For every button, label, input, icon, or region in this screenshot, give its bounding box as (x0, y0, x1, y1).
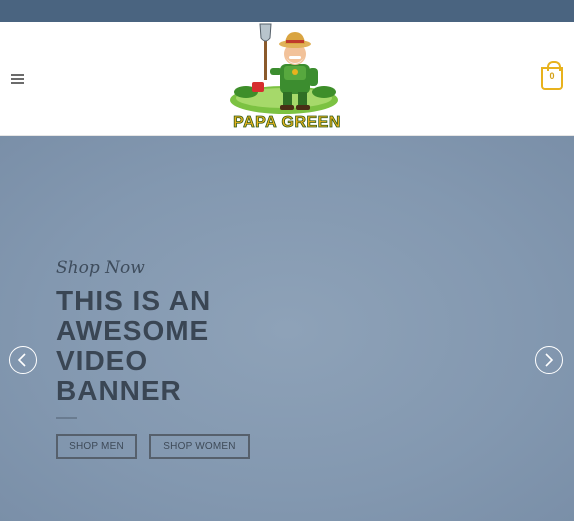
shop-women-button[interactable]: SHOP WOMEN (149, 434, 250, 459)
slider-next-button[interactable] (535, 346, 563, 374)
logo-illustration (230, 23, 338, 114)
hero-banner: Shop Now THIS IS AN AWESOME VIDEO BANNER… (0, 136, 574, 523)
slider-prev-button[interactable] (9, 346, 37, 374)
cart-count: 0 (549, 71, 555, 81)
menu-icon[interactable] (8, 69, 28, 89)
site-header: PAPA GREEN 0 (0, 22, 574, 136)
headline-divider (56, 417, 77, 419)
banner-eyebrow: Shop Now (56, 258, 145, 278)
shop-men-button[interactable]: SHOP MEN (56, 434, 137, 459)
chevron-right-icon (545, 353, 554, 367)
banner-headline: THIS IS AN AWESOME VIDEO BANNER (56, 286, 316, 406)
headline-line: BANNER (56, 375, 182, 406)
headline-line: AWESOME (56, 315, 210, 346)
headline-line: THIS IS AN (56, 285, 212, 316)
site-logo[interactable]: PAPA GREEN (226, 22, 348, 134)
cart-icon[interactable]: 0 (541, 61, 563, 90)
chevron-left-icon (17, 353, 26, 367)
headline-line: VIDEO (56, 345, 149, 376)
top-bar (0, 0, 574, 22)
logo-text: PAPA GREEN (233, 114, 341, 132)
